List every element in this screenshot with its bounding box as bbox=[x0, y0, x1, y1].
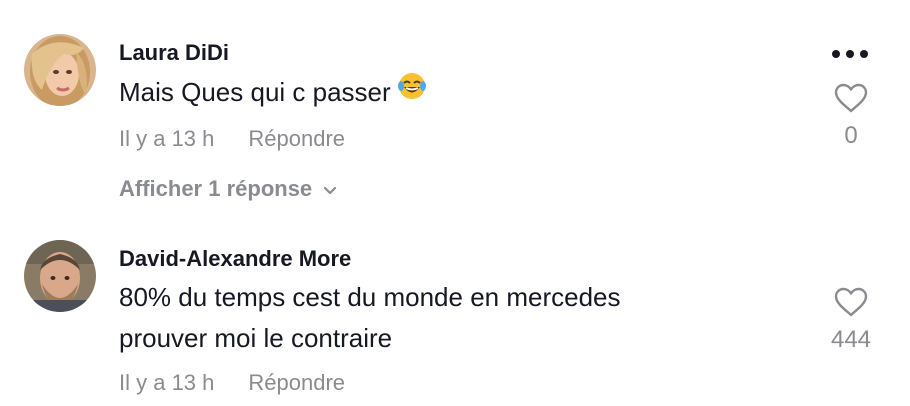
avatar[interactable] bbox=[24, 240, 96, 312]
comment-timestamp: Il y a 13 h bbox=[119, 126, 215, 151]
comment-timestamp: Il y a 13 h bbox=[119, 370, 215, 395]
more-options-icon[interactable] bbox=[828, 45, 872, 65]
like-count: 444 bbox=[830, 326, 872, 353]
view-replies-button[interactable]: Afficher 1 réponse bbox=[119, 176, 338, 203]
laughing-emoji-icon bbox=[397, 71, 427, 113]
comment-text: 80% du temps cest du monde en mercedes p… bbox=[119, 277, 621, 359]
comment-text-line: prouver moi le contraire bbox=[119, 323, 393, 353]
comment-item: David-Alexandre More 80% du temps cest d… bbox=[0, 230, 910, 406]
chevron-down-icon bbox=[322, 177, 338, 203]
comment-text: Mais Ques qui c passer bbox=[119, 72, 427, 113]
heart-outline-icon bbox=[834, 287, 868, 317]
like-button[interactable] bbox=[833, 286, 869, 323]
avatar-image bbox=[24, 240, 96, 312]
reply-button[interactable]: Répondre bbox=[248, 370, 345, 395]
view-replies-label: Afficher 1 réponse bbox=[119, 176, 313, 201]
comment-item: Laura DiDi Mais Ques qui c passer Il y a… bbox=[0, 0, 910, 230]
avatar[interactable] bbox=[24, 34, 96, 106]
comment-username[interactable]: David-Alexandre More bbox=[119, 246, 351, 272]
like-button[interactable] bbox=[833, 82, 869, 119]
reply-button[interactable]: Répondre bbox=[248, 126, 345, 151]
comment-meta: Il y a 13 h Répondre bbox=[119, 126, 345, 152]
comment-text-content: Mais Ques qui c passer bbox=[119, 77, 391, 107]
comment-text-line: 80% du temps cest du monde en mercedes bbox=[119, 282, 621, 312]
comment-meta: Il y a 13 h Répondre bbox=[119, 370, 345, 396]
like-count: 0 bbox=[844, 122, 858, 149]
comment-username[interactable]: Laura DiDi bbox=[119, 40, 229, 66]
avatar-image bbox=[24, 34, 96, 106]
heart-outline-icon bbox=[834, 83, 868, 113]
